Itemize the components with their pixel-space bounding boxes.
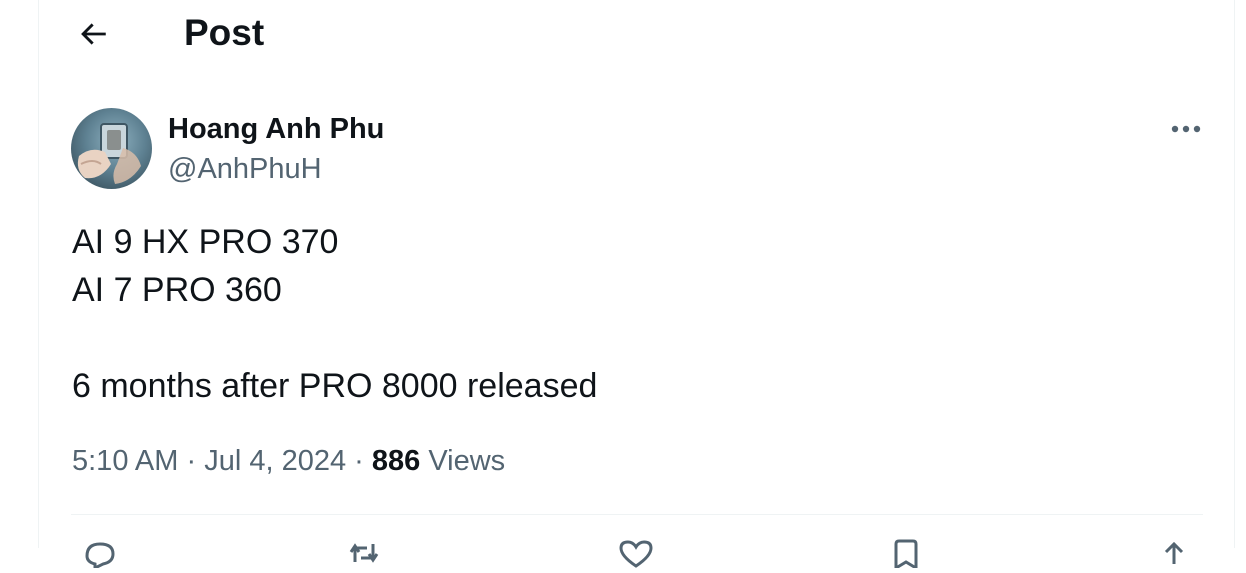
avatar[interactable] [71, 108, 152, 189]
tweet-date[interactable]: Jul 4, 2024 [204, 445, 346, 477]
author-handle[interactable]: @AnhPhuH [168, 152, 322, 186]
post-header: Post [39, 0, 1234, 66]
tweet-meta: 5:10 AM · Jul 4, 2024 · 886 Views [72, 442, 505, 480]
more-dots-icon [1171, 125, 1201, 133]
share-icon [1164, 541, 1184, 564]
share-button[interactable] [1155, 538, 1193, 568]
avatar-image [77, 123, 141, 184]
like-button[interactable] [617, 538, 655, 568]
retweet-icon [349, 543, 379, 563]
meta-separator: · [186, 445, 197, 477]
divider [71, 514, 1203, 515]
tweet-text: AI 9 HX PRO 370 AI 7 PRO 360 6 months af… [72, 223, 598, 405]
reply-button[interactable] [81, 538, 119, 571]
retweet-button[interactable] [345, 538, 383, 568]
reply-icon [85, 542, 115, 571]
tweet-time[interactable]: 5:10 AM [72, 445, 178, 477]
more-options-button[interactable] [1167, 112, 1205, 146]
author-name[interactable]: Hoang Anh Phu [168, 112, 384, 146]
back-button[interactable] [73, 14, 113, 54]
bookmark-icon [894, 539, 918, 571]
arrow-left-icon [81, 23, 106, 45]
post-column: Post Hoang Anh Phu @AnhPhuH AI 9 HX PRO … [38, 0, 1235, 571]
like-icon [619, 540, 653, 568]
bookmark-button[interactable] [887, 538, 925, 571]
views-label: Views [428, 445, 506, 477]
views-count: 886 [371, 445, 421, 477]
page-title: Post [184, 12, 265, 53]
meta-separator: · [354, 445, 364, 477]
